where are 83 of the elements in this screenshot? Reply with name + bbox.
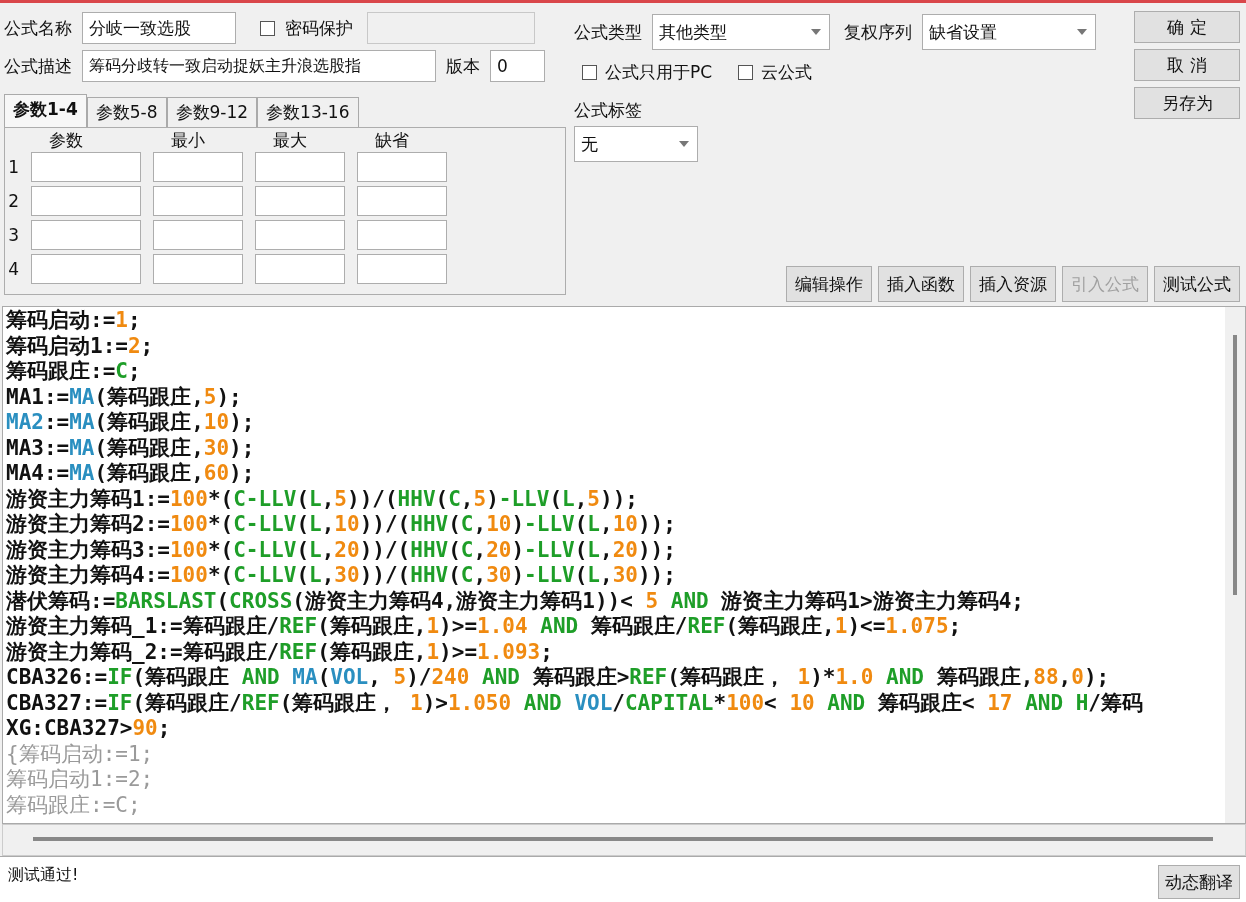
parameter-tab[interactable]: 参数9-12: [166, 97, 258, 127]
parameter-input-field[interactable]: [255, 254, 345, 284]
parameter-input-field[interactable]: [31, 186, 141, 216]
code-line: MA4:=MA(筹码跟庄,60);: [6, 461, 256, 487]
code-line: 游资主力筹码_1:=筹码跟庄/REF(筹码跟庄,1)>=1.04 AND 筹码跟庄/REF(筹码跟庄,1)<=1.075;: [6, 614, 963, 640]
action-button[interactable]: 测试公式: [1154, 266, 1240, 302]
row-number: 4: [7, 259, 19, 279]
parameter-input-field[interactable]: [31, 152, 141, 182]
dialog-button[interactable]: 另存为: [1134, 87, 1240, 119]
dropdown-arrow-icon: [1077, 29, 1087, 35]
formula-description-label: 公式描述: [4, 54, 72, 78]
code-line: 筹码跟庄:=C;: [6, 359, 142, 385]
dynamic-translate-button[interactable]: 动态翻译: [1158, 865, 1240, 899]
action-button[interactable]: 插入资源: [970, 266, 1056, 302]
code-line: {筹码启动:=1;: [6, 741, 155, 767]
code-line: 游资主力筹码4:=100*(C-LLV(L,30))/(HHV(C,30)-LLV(L,30));: [6, 563, 677, 589]
formula-tag-dropdown[interactable]: 无: [574, 126, 698, 162]
code-line: 游资主力筹码_2:=筹码跟庄/REF(筹码跟庄,1)>=1.093;: [6, 639, 554, 665]
column-header: 最小: [170, 128, 206, 152]
option-checkbox[interactable]: [582, 64, 597, 80]
option-checkbox[interactable]: [738, 64, 754, 80]
parameter-input-field[interactable]: [255, 186, 345, 216]
formula-tag-label: 公式标签: [574, 99, 642, 122]
formula-type-label: 公式类型: [574, 20, 642, 44]
formula-description-field[interactable]: 筹码分歧转一致启动捉妖主升浪选股指: [82, 50, 436, 82]
parameter-input-field[interactable]: [255, 152, 345, 182]
parameter-input-field[interactable]: [357, 220, 447, 250]
parameter-input-field[interactable]: [357, 254, 447, 284]
row-number: 2: [7, 191, 19, 211]
rights-sequence-dropdown[interactable]: 缺省设置: [922, 14, 1096, 50]
dropdown-arrow-icon: [811, 29, 821, 35]
parameter-input-field[interactable]: [255, 220, 345, 250]
parameter-tab[interactable]: 参数5-8: [86, 97, 167, 127]
formula-name-label: 公式名称: [4, 16, 72, 40]
code-line: MA3:=MA(筹码跟庄,30);: [6, 435, 256, 461]
code-line: MA2:=MA(筹码跟庄,10);: [6, 410, 256, 436]
parameter-tab[interactable]: 参数1-4: [4, 94, 87, 127]
row-number: 1: [7, 157, 19, 177]
formula-name-field[interactable]: 分岐一致选股: [82, 12, 236, 44]
code-line: 筹码跟庄:=C;: [6, 792, 142, 818]
code-line: 游资主力筹码3:=100*(C-LLV(L,20))/(HHV(C,20)-LLV(L,20));: [6, 537, 677, 563]
vertical-scrollbar[interactable]: [1225, 307, 1245, 823]
formula-type-dropdown[interactable]: 其他类型: [652, 14, 830, 50]
horizontal-scrollbar[interactable]: [2, 824, 1246, 856]
password-label: 密码保护: [285, 16, 353, 40]
rights-sequence-label: 复权序列: [844, 20, 912, 44]
parameter-input-field[interactable]: [357, 186, 447, 216]
code-line: 潜伏筹码:=BARSLAST(CROSS(游资主力筹码4,游资主力筹码1))< 5 AND 游资主力筹码1>游资主力筹码4;: [6, 588, 1025, 614]
parameter-input-field[interactable]: [153, 220, 243, 250]
code-line: 筹码启动1:=2;: [6, 333, 155, 359]
action-button[interactable]: 插入函数: [878, 266, 964, 302]
column-header: 参数: [48, 128, 84, 152]
test-result-message: 测试通过!: [8, 865, 79, 886]
dialog-button[interactable]: 取 消: [1134, 49, 1240, 81]
parameter-tab[interactable]: 参数13-16: [257, 97, 359, 127]
code-line: 游资主力筹码2:=100*(C-LLV(L,10))/(HHV(C,10)-LLV(L,10));: [6, 512, 677, 538]
code-editor[interactable]: [2, 306, 1246, 824]
code-line: 筹码启动:=1;: [6, 308, 142, 334]
action-button[interactable]: 编辑操作: [786, 266, 872, 302]
scrollbar-thumb[interactable]: [1233, 335, 1237, 595]
dialog-button[interactable]: 确 定: [1134, 11, 1240, 43]
parameter-input-field[interactable]: [153, 152, 243, 182]
parameter-input-field[interactable]: [357, 152, 447, 182]
parameter-input-field[interactable]: [31, 254, 141, 284]
version-field[interactable]: 0: [490, 50, 545, 82]
code-line: 筹码启动1:=2;: [6, 767, 155, 793]
dropdown-arrow-icon: [679, 141, 689, 147]
version-label: 版本: [446, 54, 480, 78]
scrollbar-thumb[interactable]: [33, 837, 1213, 841]
option-label: 云公式: [761, 60, 813, 84]
row-number: 3: [7, 225, 19, 245]
password-checkbox[interactable]: [260, 20, 275, 36]
column-header: 最大: [272, 128, 308, 152]
code-line: CBA326:=IF(筹码跟庄 AND MA(VOL, 5)/240 AND 筹码跟庄>REF(筹码跟庄， 1)*1.0 AND 筹码跟庄,88,0);: [6, 665, 1111, 691]
option-label: 公式只用于PC: [605, 60, 713, 84]
parameter-input-field[interactable]: [153, 254, 243, 284]
code-line: MA1:=MA(筹码跟庄,5);: [6, 384, 243, 410]
column-header: 缺省: [374, 128, 410, 152]
parameter-input-field[interactable]: [153, 186, 243, 216]
code-line: 游资主力筹码1:=100*(C-LLV(L,5))/(HHV(C,5)-LLV(L,5));: [6, 486, 639, 512]
code-line: CBA327:=IF(筹码跟庄/REF(筹码跟庄， 1)>1.050 AND VOL/CAPITAL*100< 10 AND 筹码跟庄< 17 AND H/筹码: [6, 690, 1144, 716]
code-line: XG:CBA327>90;: [6, 716, 172, 742]
parameter-input-field[interactable]: [31, 220, 141, 250]
